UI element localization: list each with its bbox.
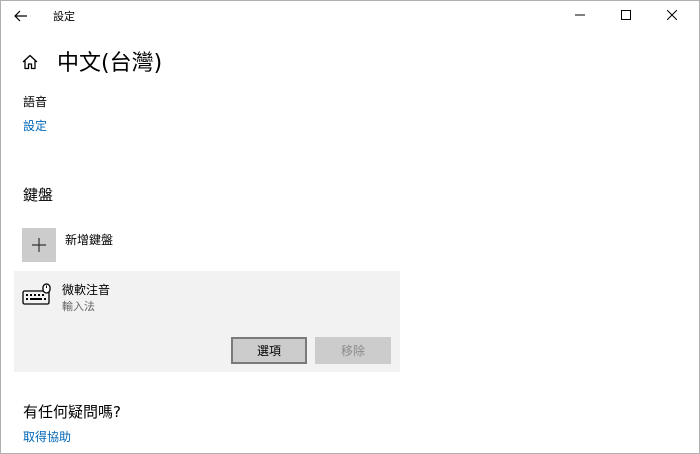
help-heading: 有任何疑問嗎? <box>23 403 121 421</box>
keyboard-list-item[interactable]: 微軟注音 輸入法 選項 移除 <box>14 271 400 372</box>
options-button[interactable]: 選項 <box>231 337 307 364</box>
add-keyboard-label[interactable]: 新增鍵盤 <box>65 231 113 248</box>
home-icon <box>22 54 38 70</box>
remove-button[interactable]: 移除 <box>315 337 391 364</box>
close-icon <box>667 10 677 20</box>
close-button[interactable] <box>649 1 695 29</box>
keyboard-type: 輸入法 <box>62 300 95 313</box>
speech-settings-link[interactable]: 設定 <box>23 117 47 134</box>
keyboard-icon <box>22 283 51 305</box>
settings-window: 設定 中文(台灣) 語音 設定 鍵盤 新增鍵盤 微軟注音 輸入法 選項 移除 有… <box>0 0 700 454</box>
minimize-button[interactable] <box>557 1 603 29</box>
add-keyboard-button[interactable] <box>22 228 56 262</box>
home-button[interactable] <box>21 53 39 71</box>
window-title: 設定 <box>53 10 75 23</box>
title-bar: 設定 <box>1 1 699 31</box>
speech-label: 語音 <box>23 95 48 109</box>
get-help-link[interactable]: 取得協助 <box>23 428 71 445</box>
back-arrow-icon <box>14 10 27 22</box>
plus-icon <box>32 238 46 252</box>
maximize-button[interactable] <box>603 1 649 29</box>
keyboard-name: 微軟注音 <box>62 283 111 297</box>
back-button[interactable] <box>7 4 35 28</box>
maximize-icon <box>621 10 631 20</box>
minimize-icon <box>575 14 585 16</box>
page-title: 中文(台灣) <box>57 51 163 76</box>
keyboard-heading: 鍵盤 <box>23 186 54 204</box>
